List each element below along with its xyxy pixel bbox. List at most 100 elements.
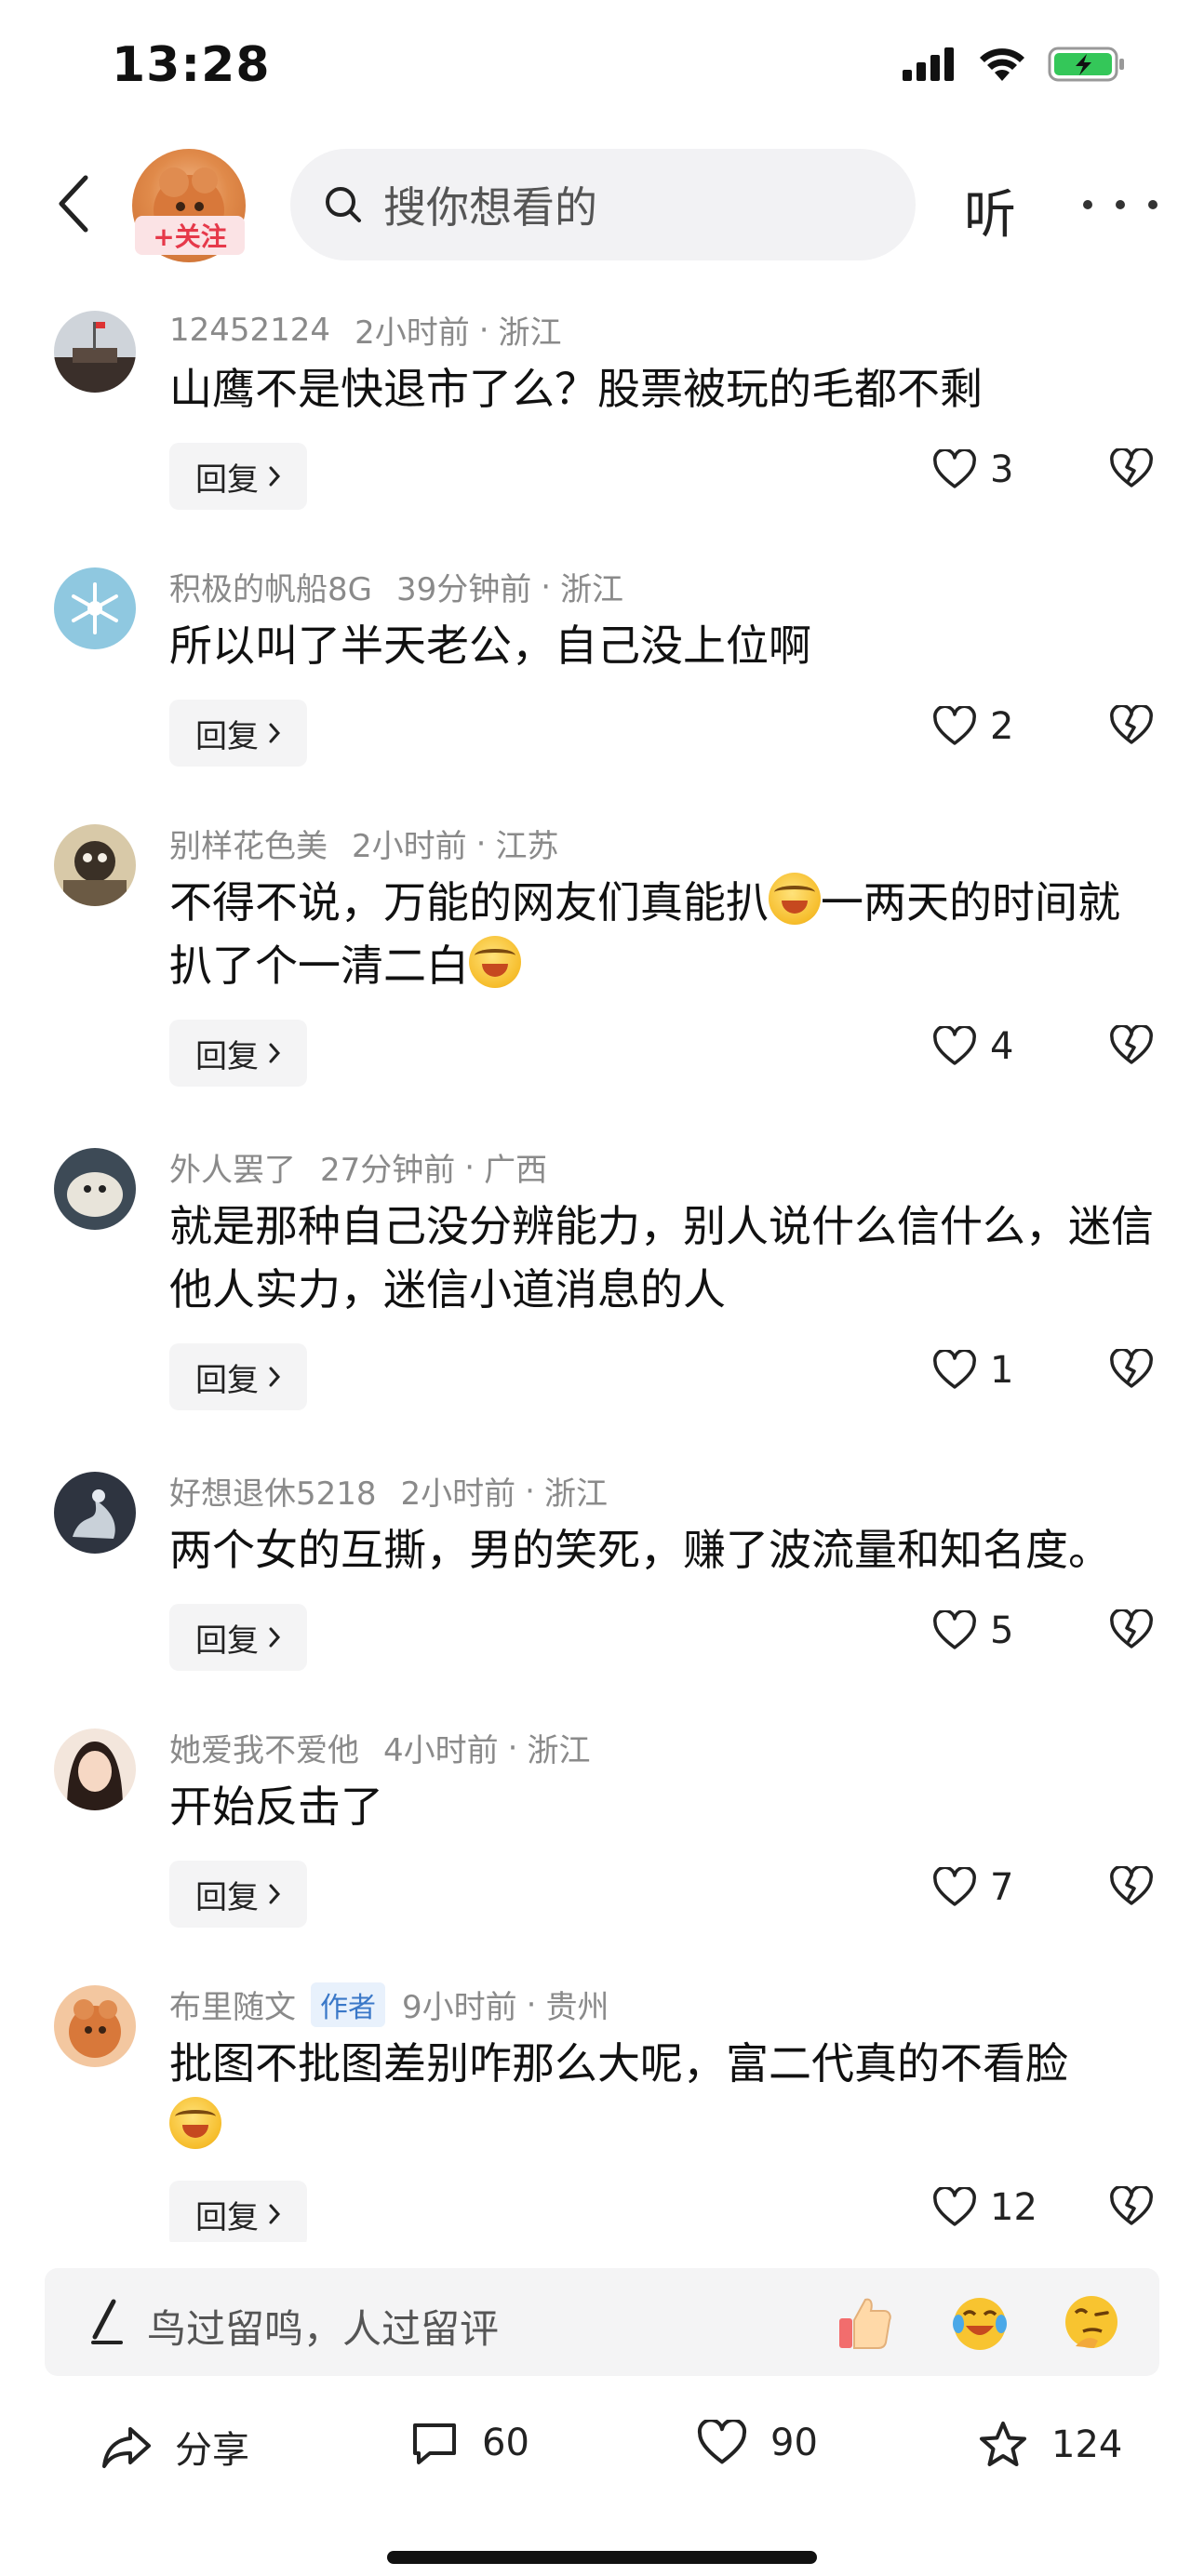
chevron-right-icon — [269, 1043, 281, 1063]
home-indicator[interactable] — [387, 2551, 817, 2564]
comment-meta: 积极的帆船8G 39分钟前 · 浙江 — [169, 564, 623, 609]
avatar-image — [54, 824, 136, 906]
share-button[interactable]: 分享 — [100, 2420, 249, 2474]
comment-count-button[interactable]: 60 — [409, 2420, 529, 2466]
dislike-button[interactable] — [1109, 703, 1154, 750]
search-icon — [326, 187, 361, 222]
comment-username[interactable]: 布里随文 — [169, 1982, 296, 2027]
comment-text: 批图不批图差别咋那么大呢，富二代真的不看脸 — [169, 2032, 1156, 2158]
user-avatar[interactable] — [54, 1148, 136, 1230]
thumbs-up-emoji-icon[interactable] — [834, 2290, 899, 2356]
status-time: 13:28 — [112, 37, 271, 93]
dislike-button[interactable] — [1109, 2184, 1154, 2231]
like-count: 90 — [770, 2422, 818, 2464]
chevron-right-icon — [269, 723, 281, 743]
comment-username[interactable]: 她爱我不爱他 — [169, 1725, 359, 1770]
broken-heart-icon — [1110, 1023, 1153, 1064]
user-avatar[interactable] — [54, 311, 136, 393]
search-box[interactable]: 搜你想看的 — [290, 149, 916, 260]
user-avatar[interactable] — [54, 1728, 136, 1810]
more-icon — [1083, 200, 1092, 209]
comment-meta: 好想退休5218 2小时前 · 浙江 — [169, 1468, 608, 1514]
dislike-button[interactable] — [1109, 1023, 1154, 1070]
dislike-button[interactable] — [1109, 1608, 1154, 1654]
share-label: 分享 — [175, 2429, 249, 2472]
avatar-image — [54, 311, 136, 393]
comment-username[interactable]: 12452124 — [169, 312, 330, 349]
comment-username[interactable]: 好想退休5218 — [169, 1468, 377, 1514]
listen-button[interactable]: 听 — [964, 173, 1016, 248]
like-post-button[interactable]: 90 — [696, 2420, 818, 2466]
user-avatar[interactable] — [54, 824, 136, 906]
comment-username[interactable]: 积极的帆船8G — [169, 564, 372, 609]
top-navigation: +关注 搜你想看的 听 — [0, 140, 1191, 270]
comment-location: 浙江 — [527, 1732, 591, 1769]
user-avatar[interactable] — [54, 1472, 136, 1554]
favorite-count: 124 — [1051, 2423, 1123, 2466]
comment-username[interactable]: 别样花色美 — [169, 821, 328, 866]
comment-text-part: 不得不说，万能的网友们真能扒 — [169, 877, 769, 928]
comment-location: 贵州 — [545, 1989, 609, 2026]
favorite-button[interactable]: 124 — [977, 2420, 1122, 2470]
reply-button[interactable]: 回复 — [169, 1861, 307, 1928]
comment-list: 12452124 2小时前 · 浙江 山鹰不是快退市了么？股票被玩的毛都不剩 回… — [0, 298, 1191, 2242]
chevron-right-icon — [269, 1367, 281, 1387]
dislike-button[interactable] — [1109, 1864, 1154, 1911]
pen-icon — [91, 2299, 123, 2344]
meta-separator: · — [464, 1148, 475, 1186]
comment-time: 2小时前 — [400, 1475, 516, 1513]
like-button[interactable]: 2 — [932, 705, 1013, 748]
comment-actions: 回复 3 — [169, 443, 1174, 510]
like-count: 4 — [990, 1025, 1014, 1068]
comment-time: 27分钟前 — [320, 1152, 456, 1189]
thinking-emoji-icon[interactable] — [1059, 2290, 1124, 2356]
heart-icon — [933, 2187, 976, 2226]
laughing-emoji-icon — [469, 936, 521, 988]
comment-input[interactable]: 鸟过留鸣，人过留评 — [45, 2268, 1159, 2376]
broken-heart-icon — [1110, 2184, 1153, 2225]
back-button[interactable] — [45, 171, 100, 236]
more-button[interactable] — [1083, 177, 1158, 233]
dislike-button[interactable] — [1109, 1347, 1154, 1394]
reply-label: 回复 — [195, 1361, 259, 1399]
like-count: 3 — [990, 448, 1014, 491]
like-button[interactable]: 1 — [932, 1349, 1013, 1392]
like-button[interactable]: 4 — [932, 1025, 1013, 1068]
broken-heart-icon — [1110, 703, 1153, 744]
follow-button[interactable]: +关注 — [135, 216, 245, 255]
comment-actions: 回复 7 — [169, 1861, 1174, 1928]
comment-time: 4小时前 — [383, 1732, 499, 1769]
comment-time: 9小时前 — [402, 1989, 517, 2026]
reply-button[interactable]: 回复 — [169, 1604, 307, 1671]
like-button[interactable]: 3 — [932, 448, 1013, 491]
status-icons — [901, 45, 1126, 84]
dislike-button[interactable] — [1109, 447, 1154, 493]
heart-icon — [933, 706, 976, 745]
reply-label: 回复 — [195, 460, 259, 499]
like-button[interactable]: 7 — [932, 1866, 1013, 1909]
comment-location: 广西 — [484, 1152, 548, 1189]
heart-icon — [933, 1026, 976, 1065]
comment-text: 所以叫了半天老公，自己没上位啊 — [169, 621, 811, 671]
reply-label: 回复 — [195, 2198, 259, 2236]
comment-icon — [413, 2423, 456, 2464]
like-button[interactable]: 5 — [932, 1609, 1013, 1652]
user-avatar[interactable] — [54, 1985, 136, 2067]
reply-button[interactable]: 回复 — [169, 700, 307, 767]
crying-laughing-emoji-icon[interactable] — [947, 2290, 1012, 2356]
reply-button[interactable]: 回复 — [169, 1020, 307, 1087]
reply-label: 回复 — [195, 1622, 259, 1660]
comment-text: 就是那种自己没分辨能力，别人说什么信什么，迷信他人实力，迷信小道消息的人 — [169, 1201, 1154, 1315]
reply-button[interactable]: 回复 — [169, 443, 307, 510]
reply-button[interactable]: 回复 — [169, 2181, 307, 2242]
reply-button[interactable]: 回复 — [169, 1343, 307, 1410]
heart-icon — [933, 1350, 976, 1389]
comment-text: 不得不说，万能的网友们真能扒 一两天的时间就扒了个一清二白 — [169, 871, 1156, 997]
comment-username[interactable]: 外人罢了 — [169, 1144, 296, 1190]
like-button[interactable]: 12 — [932, 2186, 1037, 2229]
comment-actions: 回复 2 — [169, 700, 1174, 767]
broken-heart-icon — [1110, 1608, 1153, 1648]
comment-input-placeholder: 鸟过留鸣，人过留评 — [147, 2306, 500, 2352]
heart-icon — [697, 2420, 747, 2464]
user-avatar[interactable] — [54, 567, 136, 649]
